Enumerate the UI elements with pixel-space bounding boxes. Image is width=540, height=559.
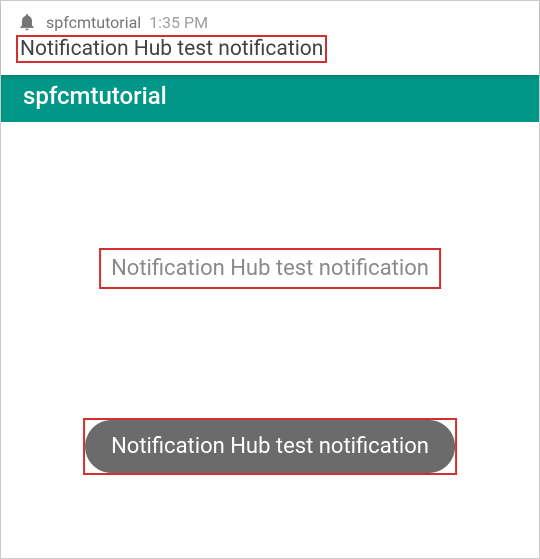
toast: Notification Hub test notification — [85, 420, 455, 473]
toast-highlight: Notification Hub test notification — [83, 418, 457, 475]
notification-header: spfcmtutorial 1:35 PM — [16, 11, 524, 33]
notification-app-name: spfcmtutorial — [46, 13, 141, 32]
toast-message: Notification Hub test notification — [111, 434, 429, 459]
app-title: spfcmtutorial — [23, 82, 167, 110]
app-bar: spfcmtutorial — [1, 70, 539, 122]
notification-panel[interactable]: spfcmtutorial 1:35 PM Notification Hub t… — [1, 1, 539, 75]
content-area: Notification Hub test notification Notif… — [1, 122, 539, 558]
dialog-highlight: Notification Hub test notification — [99, 248, 441, 289]
dialog-message: Notification Hub test notification — [111, 256, 429, 281]
notification-time: 1:35 PM — [149, 13, 208, 32]
bell-icon — [16, 11, 38, 33]
notification-title: Notification Hub test notification — [20, 37, 323, 61]
notification-title-highlight: Notification Hub test notification — [16, 35, 327, 63]
